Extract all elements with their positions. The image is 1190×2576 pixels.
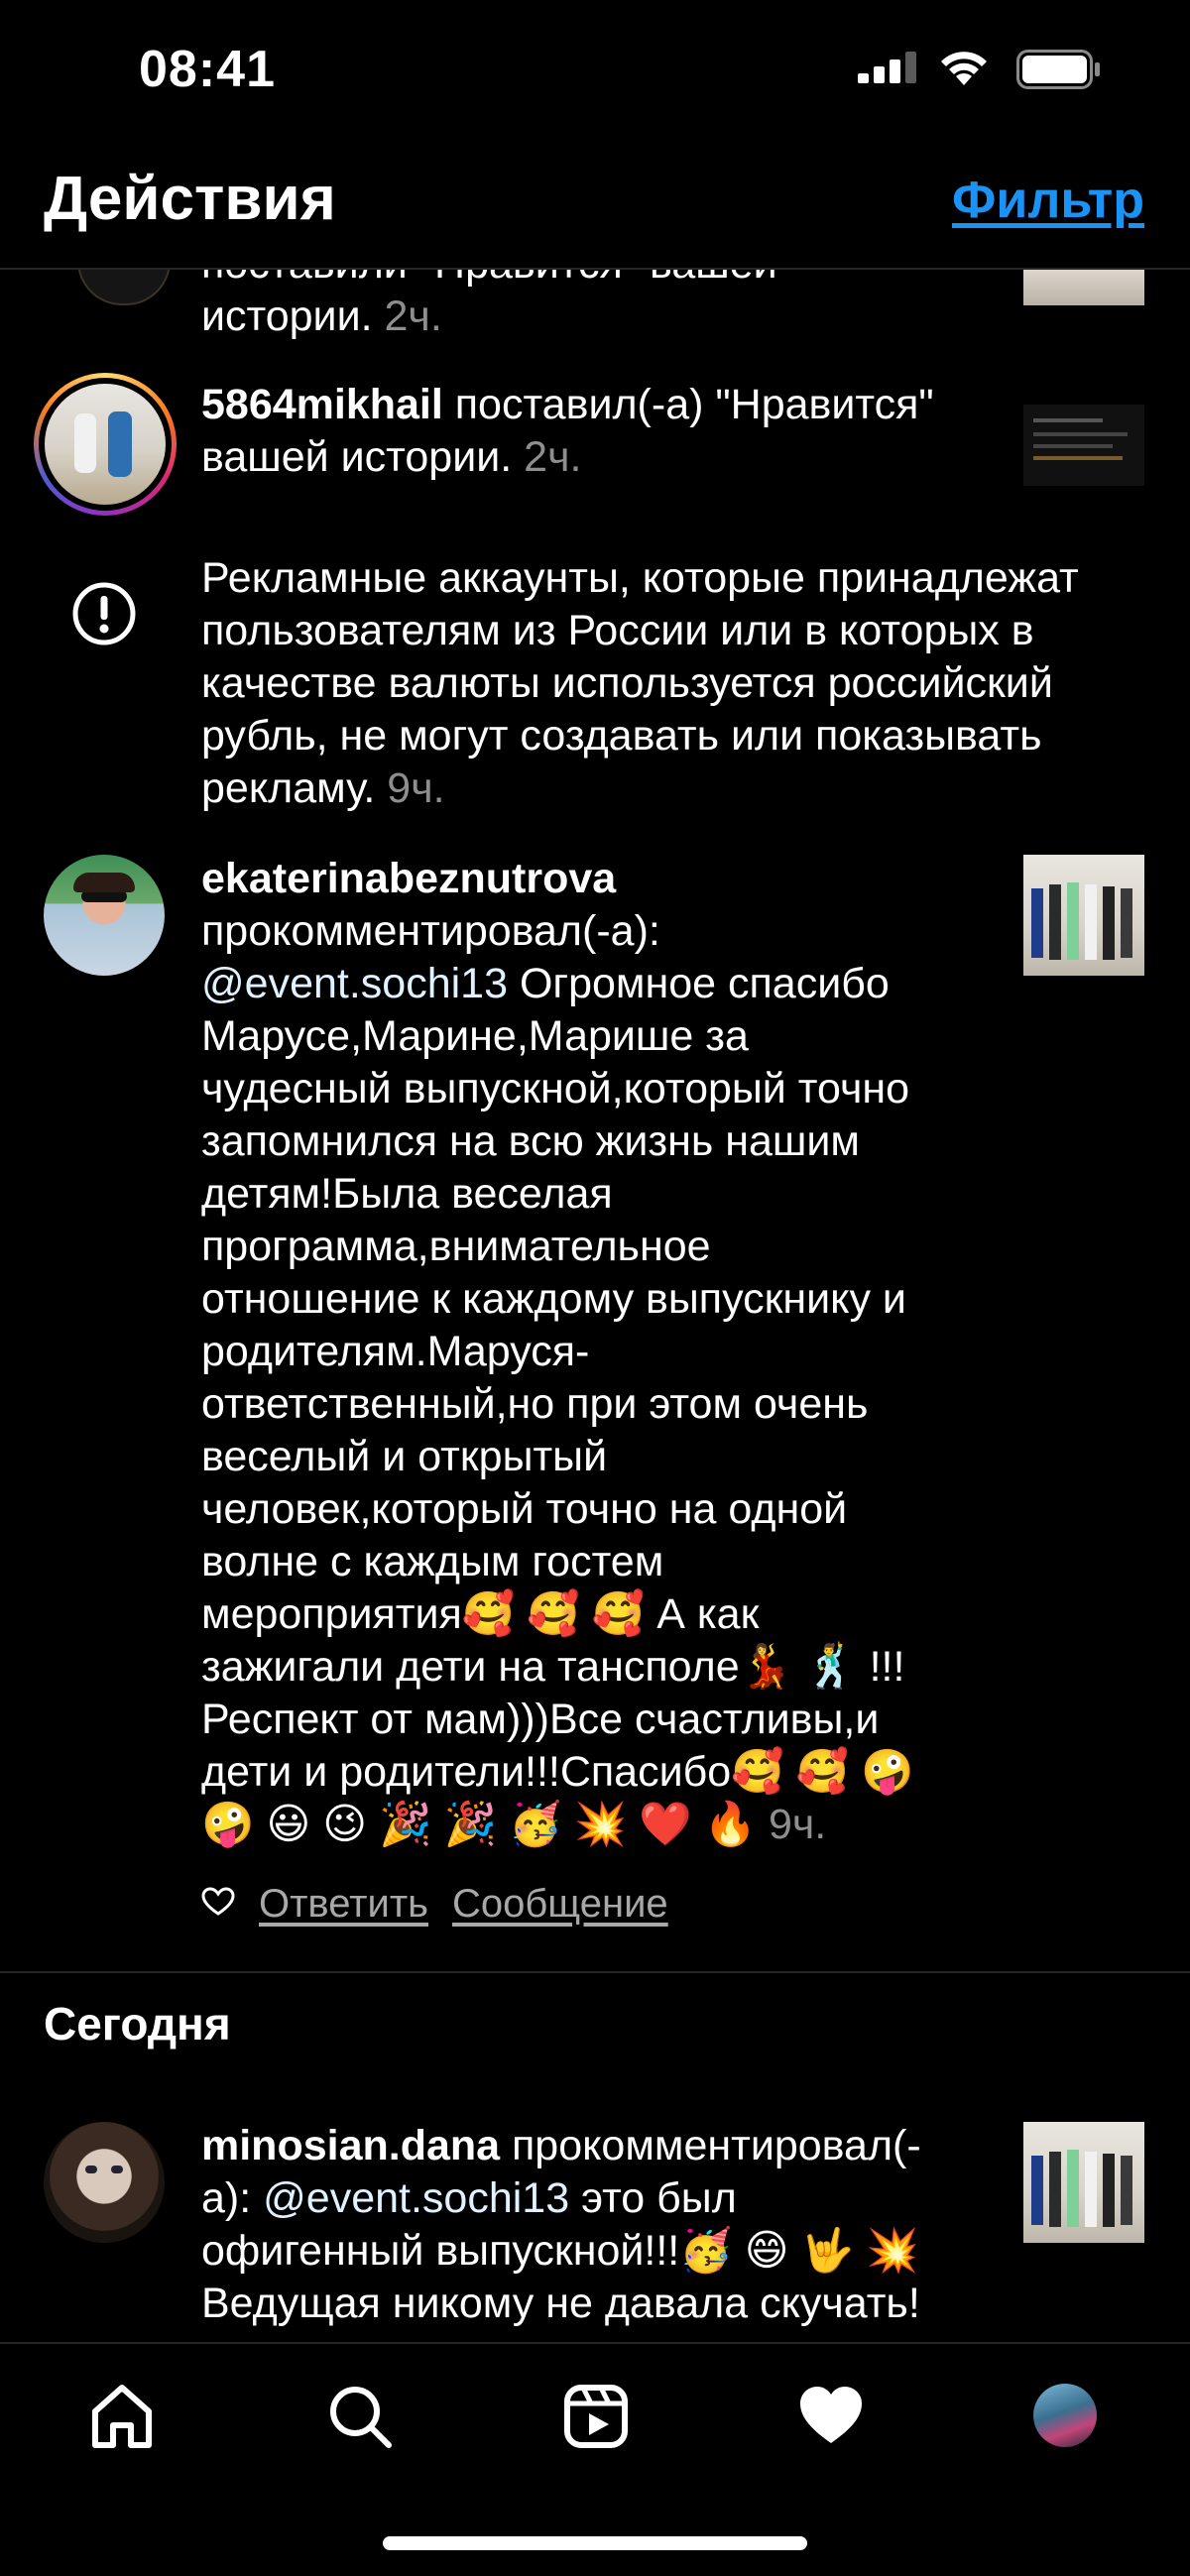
heart-icon[interactable] [796, 2382, 866, 2456]
username-link[interactable]: ekaterinabeznutrova [201, 855, 616, 902]
info-icon [71, 581, 137, 651]
search-icon[interactable] [325, 2382, 395, 2456]
notice-text: Рекламные аккаунты, которые принадлежат … [201, 554, 1079, 812]
mention-link[interactable]: @event.sochi13 [263, 2174, 569, 2222]
mention-link[interactable]: @event.sochi13 [201, 960, 508, 1007]
story-ring-avatar[interactable] [34, 373, 177, 516]
story-thumbnail[interactable] [1023, 270, 1144, 305]
profile-avatar[interactable] [1033, 2384, 1097, 2447]
avatar[interactable] [44, 855, 165, 976]
reply-button[interactable]: Ответить [259, 1882, 428, 1927]
story-thumbnail[interactable] [1023, 405, 1144, 486]
battery-icon [1016, 50, 1102, 94]
status-time: 08:41 [139, 41, 276, 98]
activity-item-text: 5864mikhail поставил(-а) "Нравится" ваше… [201, 381, 934, 481]
reels-icon[interactable] [561, 2382, 631, 2456]
page-title: Действия [44, 165, 336, 233]
wifi-icon [937, 48, 991, 92]
post-thumbnail[interactable] [1023, 2122, 1144, 2243]
avatar[interactable] [44, 2122, 165, 2243]
comment-text: minosian.dana прокомментировал(- а): @ev… [201, 2122, 921, 2327]
section-divider [0, 1971, 1190, 1973]
activity-feed[interactable]: поставили "Нравится" вашей истории. 2ч. … [0, 270, 1190, 2342]
post-thumbnail[interactable] [1023, 855, 1144, 976]
username-link[interactable]: 5864mikhail [201, 381, 443, 428]
message-button[interactable]: Сообщение [452, 1882, 668, 1927]
cellular-signal-icon [858, 52, 919, 88]
home-indicator[interactable] [383, 2536, 807, 2550]
section-heading-today: Сегодня [44, 1998, 231, 2049]
username-link[interactable]: minosian.dana [201, 2122, 500, 2169]
comment-text: ekaterinabeznutrova прокомментировал(-а)… [201, 855, 914, 1848]
like-comment-heart-icon[interactable] [201, 1882, 235, 1927]
filter-button[interactable]: Фильтр [952, 171, 1144, 230]
home-icon[interactable] [87, 2382, 157, 2456]
activity-item-text: поставили "Нравится" вашей истории. 2ч. [201, 270, 777, 340]
avatar[interactable] [77, 270, 171, 305]
